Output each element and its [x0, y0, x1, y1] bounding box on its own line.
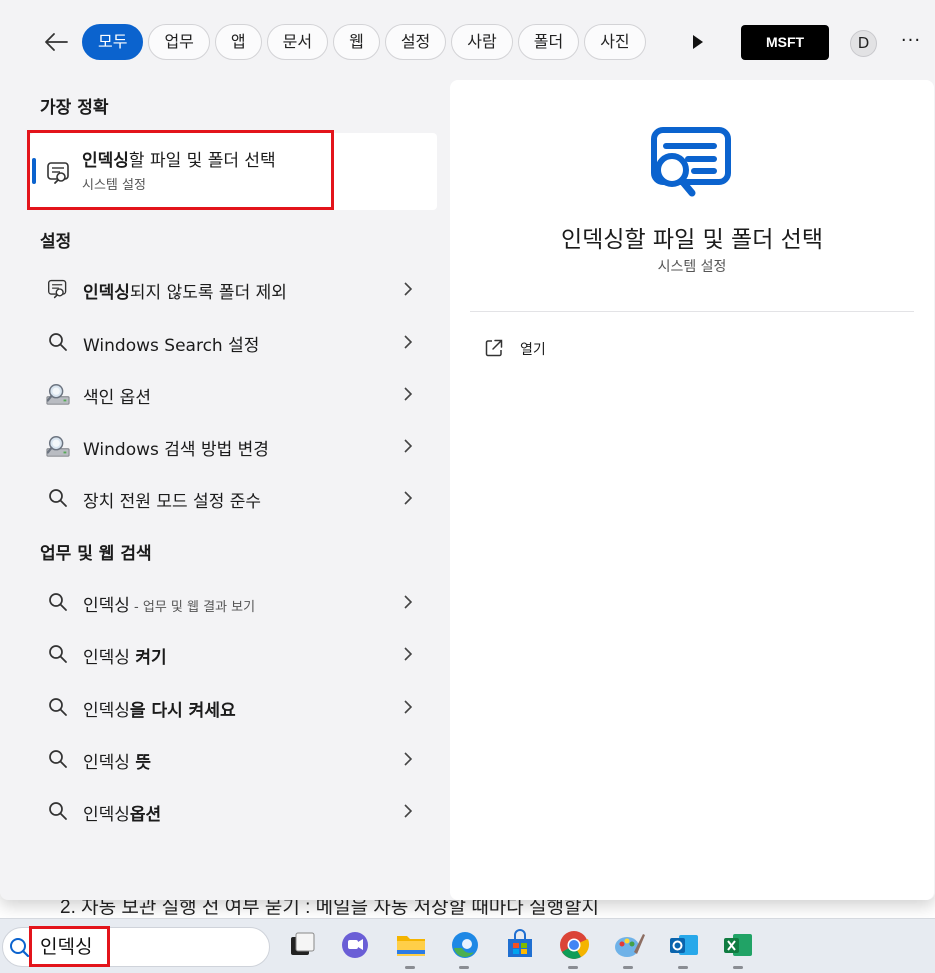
more-filters-button[interactable] [688, 30, 708, 54]
store-icon[interactable] [503, 928, 537, 962]
web-search-heading: 업무 및 웹 검색 [40, 544, 152, 564]
web-search-item[interactable]: 인덱싱 - 업무 및 웹 결과 보기 [30, 578, 437, 626]
filter-chip-all[interactable]: 모두 [82, 24, 144, 60]
search-icon [10, 938, 30, 958]
web-search-item-label: 인덱싱 뜻 [83, 753, 151, 773]
chevron-right-icon [404, 335, 412, 349]
settings-item-label: 인덱싱되지 않도록 폴더 제외 [83, 283, 287, 303]
open-label: 열기 [520, 342, 546, 358]
settings-item-label: 색인 옵션 [83, 388, 151, 408]
preview-subtitle: 시스템 설정 [657, 259, 727, 275]
preview-pane [450, 80, 934, 900]
indexing-large-icon [651, 127, 731, 197]
chevron-right-icon [404, 700, 412, 714]
web-search-item[interactable]: 인덱싱옵션 [30, 787, 437, 835]
msft-button[interactable]: MSFT [741, 25, 829, 60]
web-search-item-label: 인덱싱 켜기 [83, 648, 167, 668]
filter-chip-people[interactable]: 사람 [451, 24, 513, 60]
edge-icon[interactable] [448, 928, 482, 962]
indexing-icon [48, 279, 67, 299]
chevron-right-icon [404, 491, 412, 505]
settings-heading: 설정 [40, 232, 72, 252]
task-view-icon[interactable] [284, 928, 318, 962]
settings-item-label: Windows Search 설정 [83, 336, 260, 356]
settings-item[interactable]: 색인 옵션 [30, 370, 437, 418]
running-indicator [678, 966, 688, 969]
web-search-item-label: 인덱싱을 다시 켜세요 [83, 701, 236, 721]
settings-item-label: Windows 검색 방법 변경 [83, 440, 269, 460]
paint-icon[interactable] [612, 928, 646, 962]
highlight-box [27, 130, 334, 210]
web-search-item[interactable]: 인덱싱 켜기 [30, 630, 437, 678]
search-icon [49, 593, 67, 611]
indexing-options-icon [46, 436, 70, 457]
indexing-options-icon [46, 384, 70, 405]
filter-chip-work[interactable]: 업무 [148, 24, 210, 60]
settings-item[interactable]: Windows Search 설정 [30, 318, 437, 366]
web-search-item-label: 인덱싱 - 업무 및 웹 결과 보기 [83, 596, 256, 616]
search-icon [49, 802, 67, 820]
filter-chip-folders[interactable]: 폴더 [517, 24, 580, 60]
more-options-button[interactable]: ··· [898, 30, 924, 56]
web-search-item[interactable]: 인덱싱을 다시 켜세요 [30, 683, 437, 731]
running-indicator [405, 966, 415, 969]
chevron-right-icon [404, 282, 412, 296]
search-highlight-box [29, 926, 110, 967]
filter-chip-documents[interactable]: 문서 [266, 24, 329, 60]
chevron-right-icon [404, 752, 412, 766]
search-icon [49, 333, 67, 351]
search-icon [49, 698, 67, 716]
filter-chips: 모두 업무 앱 문서 웹 설정 사람 폴더 사진 [82, 24, 665, 62]
web-search-item-label: 인덱싱옵션 [83, 805, 162, 825]
avatar[interactable]: D [850, 30, 877, 57]
file-explorer-icon[interactable] [394, 928, 428, 962]
open-external-icon [485, 339, 503, 357]
play-icon [693, 35, 703, 49]
best-match-heading: 가장 정확 [40, 98, 109, 118]
chevron-right-icon [404, 387, 412, 401]
running-indicator [623, 966, 633, 969]
filter-bar: 모두 업무 앱 문서 웹 설정 사람 폴더 사진 MSFT D ··· [0, 0, 935, 84]
running-indicator [459, 966, 469, 969]
preview-divider [470, 311, 914, 312]
chevron-right-icon [404, 647, 412, 661]
open-action[interactable]: 열기 [470, 330, 770, 366]
search-flyout: 모두 업무 앱 문서 웹 설정 사람 폴더 사진 MSFT D ··· 가장 정확 인덱싱할 파… [0, 0, 935, 900]
settings-item[interactable]: Windows 검색 방법 변경 [30, 422, 437, 470]
filter-chip-apps[interactable]: 앱 [214, 24, 262, 60]
settings-item[interactable]: 장치 전원 모드 설정 준수 [30, 474, 437, 522]
search-icon [49, 750, 67, 768]
search-icon [49, 489, 67, 507]
back-arrow-icon [45, 33, 68, 51]
filter-chip-web[interactable]: 웹 [333, 24, 380, 60]
preview-title: 인덱싱할 파일 및 폴더 선택 [560, 227, 823, 253]
teams-icon[interactable] [338, 928, 372, 962]
filter-chip-photos[interactable]: 사진 [584, 24, 646, 60]
chevron-right-icon [404, 595, 412, 609]
web-search-item[interactable]: 인덱싱 뜻 [30, 735, 437, 783]
settings-item-label: 장치 전원 모드 설정 준수 [83, 492, 262, 512]
back-button[interactable] [40, 26, 72, 58]
search-icon [49, 645, 67, 663]
settings-item[interactable]: 인덱싱되지 않도록 폴더 제외 [30, 265, 437, 313]
chrome-icon[interactable] [557, 928, 591, 962]
chevron-right-icon [404, 439, 412, 453]
running-indicator [733, 966, 743, 969]
running-indicator [568, 966, 578, 969]
excel-icon[interactable] [721, 928, 755, 962]
chevron-right-icon [404, 804, 412, 818]
outlook-icon[interactable] [667, 928, 701, 962]
filter-chip-settings[interactable]: 설정 [384, 24, 447, 60]
